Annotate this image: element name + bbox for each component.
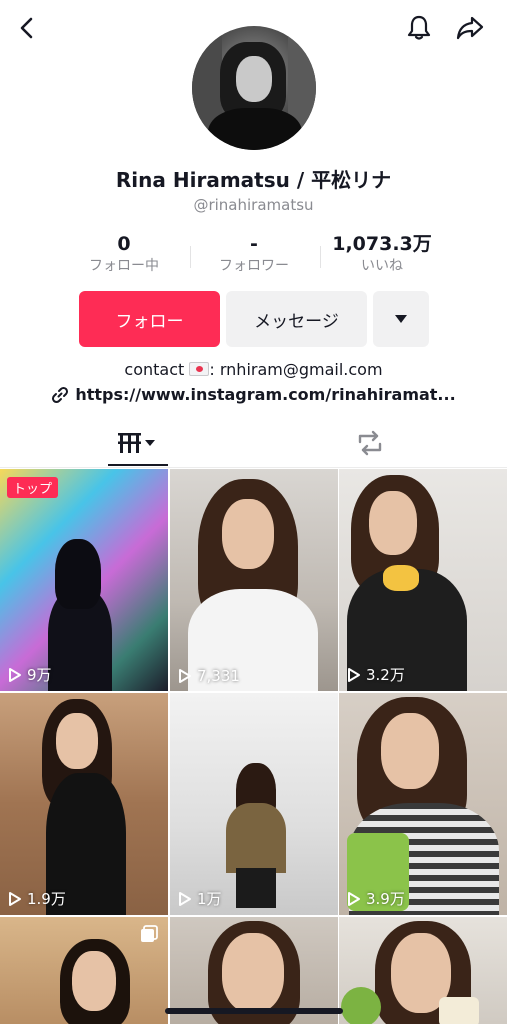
play-icon (179, 669, 191, 683)
repost-icon (358, 430, 382, 456)
view-count: 3.2万 (347, 664, 405, 685)
profile-handle: @rinahiramatsu (193, 196, 314, 214)
active-tab-indicator (108, 464, 168, 466)
profile-link[interactable]: https://www.instagram.com/rinahiramat... (0, 385, 507, 404)
suggested-accounts-button[interactable] (373, 291, 429, 347)
following-stat[interactable]: 0 フォロー中 (54, 232, 194, 276)
notifications-button[interactable] (401, 10, 437, 46)
likes-stat[interactable]: 1,073.3万 いいね (312, 232, 452, 276)
chevron-left-icon (20, 17, 33, 39)
video-thumbnail[interactable]: 1.9万 (0, 693, 168, 915)
caret-down-icon (395, 315, 407, 323)
profile-name: Rina Hiramatsu / 平松リナ (115, 168, 392, 192)
tab-reposts[interactable] (330, 420, 410, 466)
multi-photo-icon (141, 925, 158, 942)
play-icon (9, 891, 21, 906)
followers-count: - (250, 233, 258, 255)
profile-bio: contact : rnhiram@gmail.com (0, 360, 507, 379)
back-button[interactable] (10, 10, 46, 46)
play-icon (9, 667, 21, 682)
share-icon (456, 16, 484, 40)
bio-email: : rnhiram@gmail.com (209, 360, 383, 379)
bell-icon (407, 15, 431, 40)
video-thumbnail[interactable]: 3.9万 (339, 693, 507, 915)
following-label: フォロー中 (89, 258, 159, 274)
love-letter-icon (189, 362, 210, 376)
tab-videos[interactable] (98, 420, 178, 466)
likes-count: 1,073.3万 (332, 233, 432, 255)
video-thumbnail[interactable]: 7,331 (170, 469, 338, 691)
play-icon (348, 891, 360, 906)
link-icon (52, 386, 69, 403)
likes-label: いいね (361, 258, 403, 274)
video-thumbnail[interactable]: 1万 (170, 693, 338, 915)
home-indicator (165, 1008, 343, 1014)
view-count: 3.9万 (347, 888, 405, 909)
followers-label: フォロワー (219, 258, 289, 274)
view-count: 1.9万 (8, 888, 66, 909)
message-button[interactable]: メッセージ (226, 291, 367, 347)
profile-stats: 0 フォロー中 - フォロワー 1,073.3万 いいね (0, 232, 507, 282)
following-count: 0 (117, 233, 131, 255)
grid-icon (118, 433, 155, 453)
play-icon (179, 891, 191, 906)
top-badge: トップ (7, 477, 59, 498)
view-count: 7,331 (178, 667, 240, 685)
video-thumbnail[interactable]: 3.2万 (339, 469, 507, 691)
view-count: 1万 (178, 888, 222, 909)
profile-link-text: https://www.instagram.com/rinahiramat... (75, 385, 456, 404)
video-thumbnail[interactable] (0, 917, 168, 1024)
share-button[interactable] (452, 10, 488, 46)
play-icon (348, 667, 360, 682)
video-thumbnail[interactable] (339, 917, 507, 1024)
profile-avatar[interactable] (192, 26, 316, 150)
content-tabs (0, 420, 507, 468)
followers-stat[interactable]: - フォロワー (184, 232, 324, 276)
view-count: 9万 (8, 664, 52, 685)
video-thumbnail[interactable]: トップ 9万 (0, 469, 168, 691)
follow-button[interactable]: フォロー (79, 291, 220, 347)
bio-prefix: contact (124, 360, 190, 379)
